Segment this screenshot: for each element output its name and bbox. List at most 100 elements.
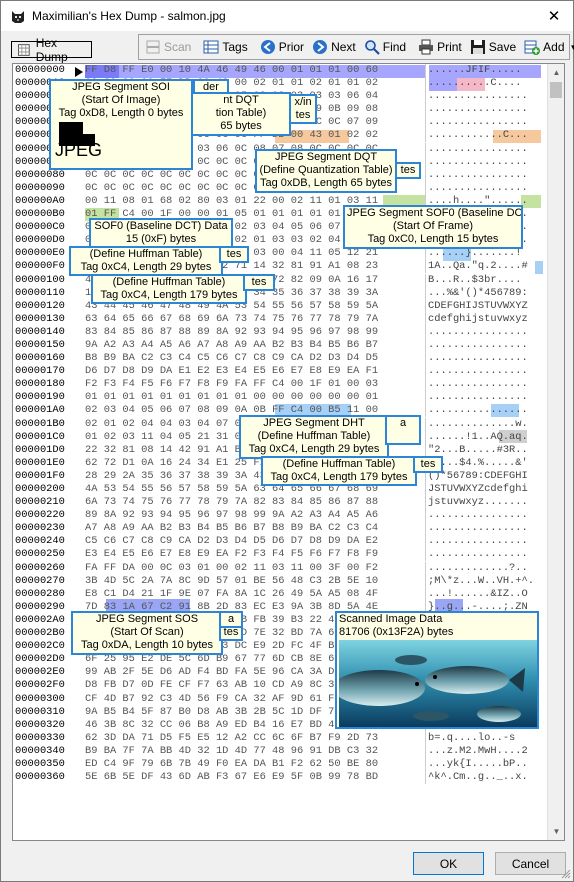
find-button[interactable]: Find	[360, 36, 410, 58]
row-ascii[interactable]: ^k^.Cm..g.._..x.	[428, 771, 528, 784]
next-button[interactable]: Next	[308, 36, 360, 58]
row-ascii[interactable]: cdefghijstuvwxyz	[428, 313, 528, 326]
row-hex-bytes[interactable]: 62 3D DA 71 D5 F5 E5 12 A2 CC 6C 6F B7 F…	[85, 732, 378, 745]
vertical-scrollbar[interactable]: ▲ ▼	[547, 64, 564, 840]
tags-button[interactable]: Tags	[199, 36, 251, 58]
row-ascii[interactable]: ................	[428, 352, 528, 365]
row-hex-bytes[interactable]: E8 C1 D4 21 1F 9E 07 FA 8A 1C 26 49 5A A…	[85, 588, 378, 601]
row-ascii[interactable]: ...z.M2.MwH....2	[428, 745, 528, 758]
row-ascii[interactable]: ................	[428, 509, 528, 522]
row-ascii[interactable]: ................	[428, 156, 528, 169]
row-ascii[interactable]: 1A..Qa."q.2....#	[428, 260, 528, 273]
row-ascii[interactable]: jstuvwxyz.......	[428, 496, 528, 509]
scroll-up-icon[interactable]: ▲	[548, 64, 564, 81]
row-ascii[interactable]: ................	[428, 90, 528, 103]
row-ascii[interactable]: ................	[428, 169, 528, 182]
scrollbar-thumb[interactable]	[550, 82, 562, 98]
hex-row[interactable]: 00000210 6A 73 74 75 76 77 78 79 7A 82 83…	[13, 496, 547, 510]
hex-row[interactable]: 00000140 83 84 85 86 87 88 89 8A 92 93 94…	[13, 325, 547, 339]
row-ascii[interactable]: ................	[428, 391, 528, 404]
hex-row[interactable]: 00000350 ED C4 9F 79 6B 7B 49 F0 EA DA B1…	[13, 757, 547, 771]
close-button[interactable]: ✕	[535, 1, 573, 31]
hex-dump-tab[interactable]: Hex Dump	[11, 36, 92, 64]
hex-row[interactable]: 00000240 C5 C6 C7 C8 C9 CA D2 D3 D4 D5 D6…	[13, 535, 547, 549]
hex-row[interactable]: 00000250 E3 E4 E5 E6 E7 E8 E9 EA F2 F3 F4…	[13, 548, 547, 562]
row-hex-bytes[interactable]: A7 A8 A9 AA B2 B3 B4 B5 B6 B7 B8 B9 BA C…	[85, 522, 378, 535]
row-hex-bytes[interactable]: ED C4 9F 79 6B 7B 49 F0 EA DA B1 F2 62 5…	[85, 758, 378, 771]
row-ascii[interactable]: .............?..	[428, 562, 528, 575]
hex-row[interactable]: 00000220 89 8A 92 93 94 95 96 97 98 99 9A…	[13, 509, 547, 523]
row-hex-bytes[interactable]: FA FF DA 00 0C 03 01 00 02 11 03 11 00 3…	[85, 562, 378, 575]
hex-row[interactable]: 00000130 63 64 65 66 67 68 69 6A 73 74 75…	[13, 312, 547, 326]
row-ascii[interactable]: ................	[428, 535, 528, 548]
row-ascii[interactable]: ......JFIF.....	[428, 64, 522, 77]
row-ascii[interactable]: "2...B.....#3R..	[428, 444, 528, 457]
row-hex-bytes[interactable]: E3 E4 E5 E6 E7 E8 E9 EA F2 F3 F4 F5 F6 F…	[85, 548, 378, 561]
row-hex-bytes[interactable]: 83 84 85 86 87 88 89 8A 92 93 94 95 96 9…	[85, 326, 378, 339]
row-ascii[interactable]: ................	[428, 378, 528, 391]
row-hex-bytes[interactable]: D6 D7 D8 D9 DA E1 E2 E3 E4 E5 E6 E7 E8 E…	[85, 365, 378, 378]
row-hex-bytes[interactable]: 5E 6B 5E DF 43 6D AB F3 67 E6 E9 5F 0B 9…	[85, 771, 378, 784]
hex-row[interactable]: 00000340 B9 BA 7F 7A BB 4D 32 1D 4D 77 48…	[13, 744, 547, 758]
row-ascii[interactable]: ................	[428, 182, 528, 195]
row-hex-bytes[interactable]: 3B 4D 5C 2A 7A 8C 9D 57 01 BE 56 48 C3 2…	[85, 575, 378, 588]
row-ascii[interactable]: ................	[428, 339, 528, 352]
cancel-button[interactable]: Cancel	[495, 852, 566, 875]
row-hex-bytes[interactable]: B8 B9 BA C2 C3 C4 C5 C6 C7 C8 C9 CA D2 D…	[85, 352, 378, 365]
row-hex-bytes[interactable]: FF D8 FF E0 00 10 4A 46 49 46 00 01 01 0…	[85, 64, 378, 77]
hex-row[interactable]: 00000330 62 3D DA 71 D5 F5 E5 12 A2 CC 6C…	[13, 731, 547, 745]
row-ascii[interactable]: ................	[428, 143, 528, 156]
hex-row[interactable]: 00000170 D6 D7 D8 D9 DA E1 E2 E3 E4 E5 E6…	[13, 365, 547, 379]
row-ascii[interactable]: ................	[428, 116, 528, 129]
hex-row[interactable]: 00000260 FA FF DA 00 0C 03 01 00 02 11 03…	[13, 561, 547, 575]
hex-row[interactable]: 00000280 E8 C1 D4 21 1F 9E 07 FA 8A 1C 26…	[13, 587, 547, 601]
row-ascii[interactable]: ...!......&IZ..O	[428, 588, 528, 601]
scroll-down-icon[interactable]: ▼	[548, 823, 564, 840]
scan-button[interactable]: Scan	[141, 36, 195, 58]
row-ascii[interactable]: ...yk{I.....bP..	[428, 758, 528, 771]
row-ascii[interactable]: CDEFGHIJSTUVWXYZ	[428, 300, 528, 313]
row-hex-bytes[interactable]: 01 01 01 01 01 01 01 01 01 00 00 00 00 0…	[85, 391, 378, 404]
row-ascii[interactable]: JSTUVWXYZcdefghi	[428, 483, 528, 496]
add-dropdown-button[interactable]: Add ▼	[520, 36, 574, 58]
print-button[interactable]: Print	[414, 36, 466, 58]
hex-row[interactable]: 00000180 F2 F3 F4 F5 F6 F7 F8 F9 FA FF C4…	[13, 378, 547, 392]
row-hex-bytes[interactable]: C5 C6 C7 C8 C9 CA D2 D3 D4 D5 D6 D7 D8 D…	[85, 535, 378, 548]
hex-row[interactable]: 00000150 9A A2 A3 A4 A5 A6 A7 A8 A9 AA B2…	[13, 338, 547, 352]
chevron-down-icon: ▼	[569, 42, 574, 52]
row-ascii[interactable]: b=.q....lo..-s	[428, 732, 515, 745]
hex-dump-view[interactable]: 00000000 FF D8 FF E0 00 10 4A 46 49 46 00…	[12, 63, 565, 841]
row-ascii[interactable]: ...%&'()*456789:	[428, 287, 528, 300]
title-bar[interactable]: Maximilian's Hex Dump - salmon.jpg ✕	[1, 1, 573, 31]
row-ascii[interactable]: ..........C....	[428, 77, 522, 90]
row-ascii[interactable]: ......}.......!	[428, 247, 522, 260]
resize-grip-icon[interactable]	[561, 869, 571, 879]
hex-row[interactable]: 00000190 01 01 01 01 01 01 01 01 01 00 00…	[13, 391, 547, 405]
hex-row[interactable]: 00000230 A7 A8 A9 AA B2 B3 B4 B5 B6 B7 B8…	[13, 522, 547, 536]
row-ascii[interactable]: B...R..$3br....	[428, 274, 522, 287]
row-ascii[interactable]: ................	[428, 326, 528, 339]
row-hex-bytes[interactable]: 9A A2 A3 A4 A5 A6 A7 A8 A9 AA B2 B3 B4 B…	[85, 339, 378, 352]
row-ascii[interactable]: ................	[428, 365, 528, 378]
row-ascii[interactable]: ................	[428, 103, 528, 116]
row-ascii[interactable]: ................	[428, 522, 528, 535]
hex-row[interactable]: 00000000 FF D8 FF E0 00 10 4A 46 49 46 00…	[13, 64, 547, 77]
row-hex-bytes[interactable]: 6A 73 74 75 76 77 78 79 7A 82 83 84 85 8…	[85, 496, 378, 509]
row-hex-bytes[interactable]: 63 64 65 66 67 68 69 6A 73 74 75 76 77 7…	[85, 313, 378, 326]
row-ascii[interactable]: ................	[428, 404, 528, 417]
row-ascii[interactable]: ;M\*z...W..VH.+^.	[428, 575, 534, 588]
hex-row[interactable]: 00000160 B8 B9 BA C2 C3 C4 C5 C6 C7 C8 C9…	[13, 352, 547, 366]
ok-button[interactable]: OK	[413, 852, 484, 875]
row-hex-bytes[interactable]: 00 11 08 01 68 02 80 03 01 22 00 02 11 0…	[85, 195, 378, 208]
prior-button[interactable]: Prior	[256, 36, 308, 58]
row-hex-bytes[interactable]: B9 BA 7F 7A BB 4D 32 1D 4D 77 48 96 91 D…	[85, 745, 378, 758]
row-ascii[interactable]: ............C...	[428, 129, 528, 142]
row-hex-bytes[interactable]: F2 F3 F4 F5 F6 F7 F8 F9 FA FF C4 00 1F 0…	[85, 378, 378, 391]
row-ascii[interactable]: ................	[428, 548, 528, 561]
row-ascii[interactable]: ......!1..AQ.aq.	[428, 431, 528, 444]
row-hex-bytes[interactable]: 89 8A 92 93 94 95 96 97 98 99 9A A2 A3 A…	[85, 509, 378, 522]
save-button[interactable]: Save	[466, 36, 520, 58]
hex-row[interactable]: 00000270 3B 4D 5C 2A 7A 8C 9D 57 01 BE 56…	[13, 574, 547, 588]
hex-row[interactable]: 00000360 5E 6B 5E DF 43 6D AB F3 67 E6 E9…	[13, 771, 547, 785]
row-ascii[interactable]: ..............w.	[428, 418, 528, 431]
